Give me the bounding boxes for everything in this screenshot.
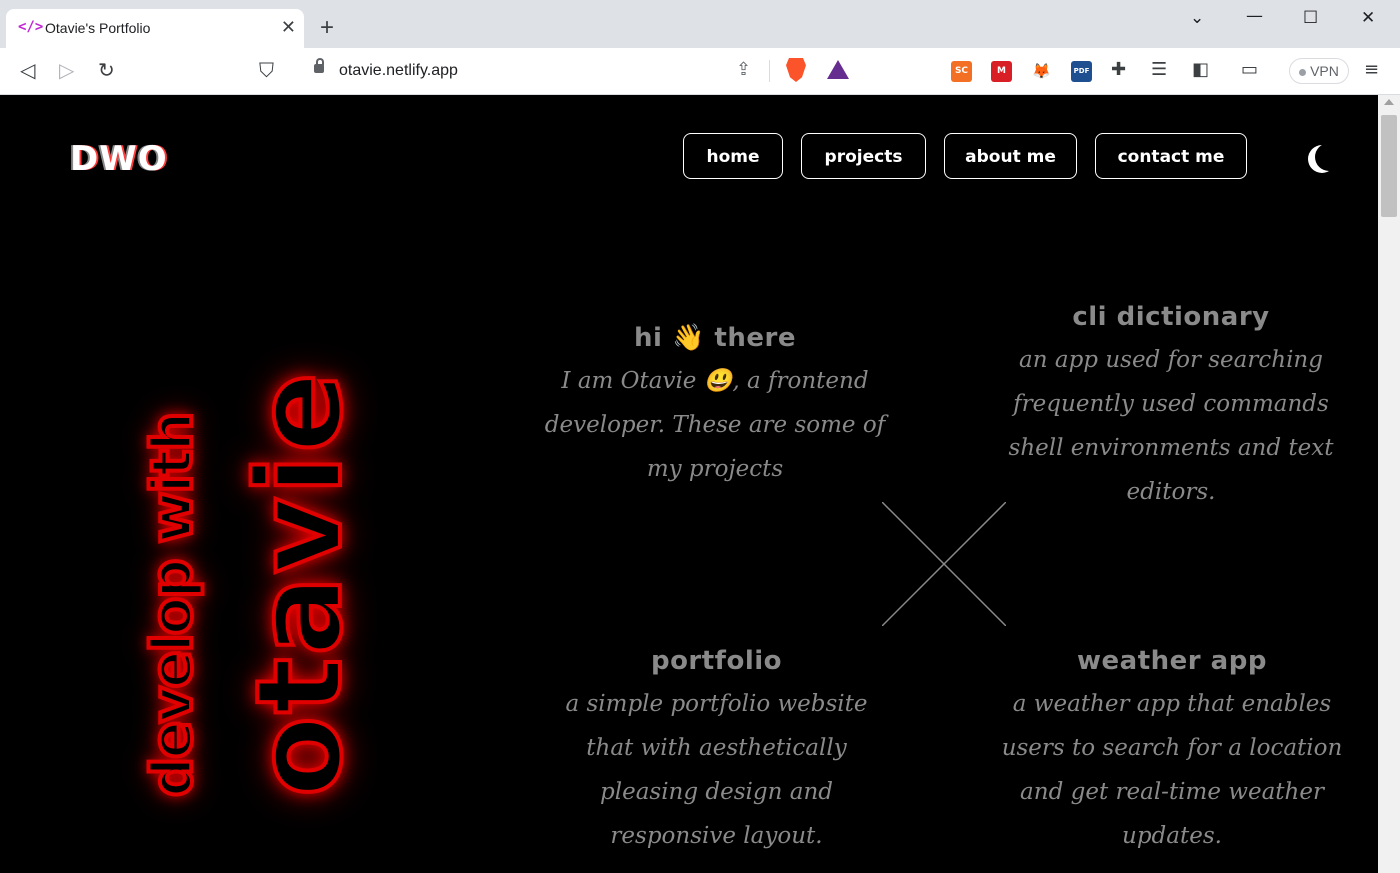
intro-title: hi 👋 there	[634, 323, 796, 353]
page-scrollbar[interactable]	[1378, 95, 1400, 873]
extensions-puzzle-icon[interactable]: ✚	[1111, 60, 1126, 80]
close-icon[interactable]	[882, 502, 1006, 626]
vpn-status-dot	[1299, 68, 1307, 76]
brave-rewards-icon[interactable]	[827, 60, 849, 79]
reload-icon[interactable]: ↻	[98, 60, 115, 80]
project-card[interactable]: weather app a weather app that enables u…	[998, 646, 1346, 858]
intro-text: I am Otavie 😃, a frontend developer. The…	[544, 368, 886, 482]
name-vertical-text: otavie	[228, 369, 370, 800]
url-text[interactable]: otavie.netlify.app	[339, 62, 458, 80]
vpn-button[interactable]: VPN	[1289, 58, 1349, 84]
wallet-icon[interactable]: ▭	[1241, 60, 1258, 80]
soundcloud-ext-icon[interactable]: SC	[951, 61, 972, 82]
tab-title: Otavie's Portfolio	[45, 20, 151, 36]
browser-toolbar: ◁ ▷ ↻ ⛉ otavie.netlify.app ⇪ SC M 🦊 PDF …	[0, 48, 1400, 95]
project-title: cli dictionary	[1072, 302, 1270, 332]
forward-icon[interactable]: ▷	[59, 60, 74, 80]
project-title: weather app	[1077, 646, 1267, 676]
scrollbar-thumb[interactable]	[1381, 115, 1397, 217]
nav-about-button[interactable]: about me	[944, 133, 1077, 179]
tab-search-icon[interactable]: ⌄	[1190, 8, 1204, 28]
tagline-vertical-text: develop with	[138, 412, 207, 799]
share-icon[interactable]: ⇪	[736, 59, 751, 80]
brave-shields-icon[interactable]	[786, 58, 806, 82]
bookmark-icon[interactable]: ⛉	[259, 60, 274, 80]
tab-bar: </> Otavie's Portfolio ✕ + ⌄ — ☐ ✕	[0, 0, 1400, 48]
menu-icon[interactable]: ≡	[1364, 60, 1379, 80]
new-tab-icon[interactable]: +	[320, 16, 334, 40]
nav-home-button[interactable]: home	[683, 133, 783, 179]
site-logo[interactable]: DWO	[70, 141, 168, 177]
vpn-label: VPN	[1310, 63, 1339, 79]
close-window-icon[interactable]: ✕	[1361, 8, 1375, 28]
nav-projects-button[interactable]: projects	[801, 133, 926, 179]
project-card[interactable]: portfolio a simple portfolio website tha…	[545, 646, 888, 858]
pdf-ext-icon[interactable]: PDF	[1071, 61, 1092, 82]
dark-mode-moon-icon[interactable]	[1315, 143, 1343, 171]
maximize-icon[interactable]: ☐	[1303, 8, 1318, 28]
divider	[769, 60, 770, 82]
nav-contact-button[interactable]: contact me	[1095, 133, 1247, 179]
project-description: a simple portfolio website that with aes…	[565, 691, 868, 849]
portfolio-page: DWO home projects about me contact me de…	[0, 95, 1378, 873]
sidebar-icon[interactable]: ◧	[1192, 60, 1209, 80]
metamask-ext-icon[interactable]: 🦊	[1031, 61, 1052, 82]
browser-tab[interactable]: </> Otavie's Portfolio ✕	[6, 9, 304, 48]
project-card[interactable]: cli dictionary an app used for searching…	[990, 302, 1352, 514]
scroll-up-arrow-icon[interactable]	[1384, 99, 1394, 105]
address-bar[interactable]: otavie.netlify.app ⇪	[296, 54, 860, 88]
back-icon[interactable]: ◁	[20, 60, 35, 80]
mendeley-ext-icon[interactable]: M	[991, 61, 1012, 82]
project-description: a weather app that enables users to sear…	[1001, 691, 1343, 849]
lock-icon	[314, 58, 324, 73]
code-favicon-icon: </>	[18, 19, 44, 35]
minimize-icon[interactable]: —	[1246, 6, 1263, 26]
intro-card: hi 👋 there I am Otavie 😃, a frontend dev…	[540, 323, 890, 491]
media-controls-icon[interactable]: ☰	[1151, 60, 1167, 80]
project-description: an app used for searching frequently use…	[1008, 347, 1334, 505]
close-tab-icon[interactable]: ✕	[281, 17, 296, 37]
project-title: portfolio	[650, 646, 783, 676]
